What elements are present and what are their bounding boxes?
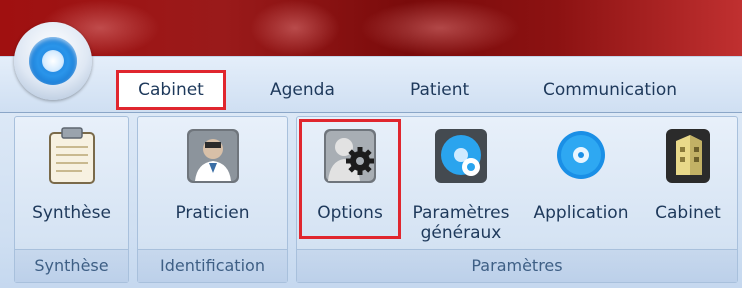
- title-blur: [250, 0, 340, 56]
- praticien-button-label: Praticien: [175, 203, 250, 223]
- tab-agenda[interactable]: Agenda: [270, 72, 335, 108]
- clipboard-icon: [48, 127, 95, 184]
- parametres-generaux-label-line2: généraux: [420, 223, 502, 243]
- disc-hole: [42, 50, 64, 72]
- user-gear-icon: [324, 129, 376, 183]
- tab-patient[interactable]: Patient: [410, 72, 469, 108]
- group-parametres: Options Paramètres généraux Application: [296, 116, 738, 283]
- application-button[interactable]: Application: [523, 117, 639, 251]
- praticien-button[interactable]: Praticien: [138, 117, 287, 251]
- application-button-label: Application: [533, 203, 629, 223]
- disc-settings-icon: [435, 129, 487, 183]
- application-disc-icon: [557, 131, 605, 179]
- options-button-label: Options: [317, 203, 383, 223]
- title-bar: [0, 0, 742, 56]
- cabinet-button[interactable]: Cabinet: [641, 117, 735, 251]
- title-blur: [360, 0, 520, 56]
- doctor-icon: [186, 129, 239, 183]
- group-synthese: Synthèse Synthèse: [14, 116, 129, 283]
- synthese-button[interactable]: Synthèse: [15, 117, 128, 251]
- group-identification: Praticien Identification: [137, 116, 288, 283]
- parametres-generaux-button[interactable]: Paramètres généraux: [401, 117, 521, 251]
- cabinet-button-label: Cabinet: [655, 203, 721, 223]
- synthese-button-label: Synthèse: [32, 203, 111, 223]
- group-label-identification: Identification: [138, 249, 287, 282]
- tab-communication[interactable]: Communication: [543, 72, 677, 108]
- options-button[interactable]: Options: [301, 117, 399, 251]
- application-orb-button[interactable]: [14, 22, 92, 100]
- disc-icon: [29, 37, 77, 85]
- group-label-parametres: Paramètres: [297, 249, 737, 282]
- tab-cabinet[interactable]: Cabinet: [116, 70, 226, 110]
- building-icon: [666, 129, 710, 183]
- group-label-synthese: Synthèse: [15, 249, 128, 282]
